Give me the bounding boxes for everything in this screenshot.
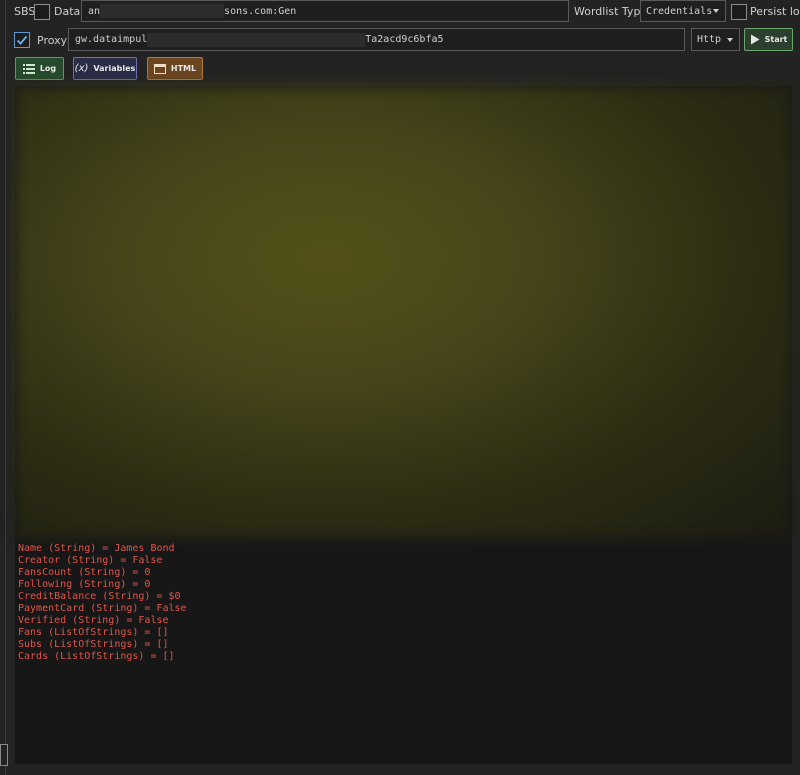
output-line: Name (String) = James Bond — [18, 543, 175, 554]
tab-log[interactable]: Log — [15, 57, 64, 80]
data-value-start: an — [88, 5, 101, 17]
proxy-type-select[interactable]: Http — [691, 28, 740, 51]
play-icon — [750, 34, 760, 45]
list-icon — [22, 63, 35, 74]
proxy-label: Proxy — [37, 34, 68, 47]
output-line: Verified (String) = False — [18, 615, 169, 626]
left-splitter[interactable] — [0, 0, 6, 775]
chevron-down-icon — [713, 9, 719, 13]
tab-html[interactable]: HTML — [147, 57, 203, 80]
output-line: PaymentCard (String) = False — [18, 603, 187, 614]
collapse-handle[interactable] — [0, 744, 8, 766]
checkmark-icon — [16, 35, 28, 45]
tab-variables-label: Variables — [93, 64, 136, 73]
data-value-end: sons.com:Gen — [224, 5, 297, 17]
browser-window-icon — [153, 63, 166, 74]
wordlist-type-value: Credentials — [646, 5, 713, 17]
output-line: Cards (ListOfStrings) = [] — [18, 651, 175, 662]
persist-log-checkbox[interactable] — [731, 4, 747, 20]
output-lines: Name (String) = James Bond Creator (Stri… — [18, 543, 187, 663]
tab-html-label: HTML — [170, 64, 197, 73]
start-label: Start — [764, 35, 788, 44]
proxy-value-start: gw.dataimpul — [75, 34, 148, 45]
proxy-value-end: Ta2acd9c6bfa5 — [365, 34, 444, 45]
redacted-region — [147, 32, 366, 47]
start-button[interactable]: Start — [744, 28, 793, 51]
proxy-checkbox[interactable] — [14, 32, 30, 48]
data-label: Data — [54, 5, 81, 18]
tab-variables[interactable]: (x) Variables — [73, 57, 137, 80]
chevron-down-icon — [727, 37, 733, 42]
output-line: Fans (ListOfStrings) = [] — [18, 627, 169, 638]
sbs-checkbox[interactable] — [34, 4, 50, 20]
tab-log-label: Log — [39, 64, 57, 73]
proxy-input[interactable]: gw.dataimpul Ta2acd9c6bfa5 — [68, 28, 685, 51]
redacted-region — [100, 4, 225, 18]
wordlist-type-select[interactable]: Credentials — [640, 0, 726, 22]
data-input[interactable]: an sons.com:Gen — [81, 0, 569, 22]
proxy-type-value: Http — [697, 34, 722, 45]
output-line: Following (String) = 0 — [18, 579, 151, 590]
output-line: CreditBalance (String) = $0 — [18, 591, 181, 602]
output-line: FansCount (String) = 0 — [18, 567, 151, 578]
output-line: Creator (String) = False — [18, 555, 163, 566]
persist-log-label: Persist log — [750, 5, 800, 18]
sbs-label: SBS — [14, 5, 36, 18]
wordlist-type-label: Wordlist Type — [574, 5, 648, 18]
variable-icon: (x) — [74, 63, 89, 74]
output-line: Subs (ListOfStrings) = [] — [18, 639, 169, 650]
blurred-region — [15, 86, 792, 538]
